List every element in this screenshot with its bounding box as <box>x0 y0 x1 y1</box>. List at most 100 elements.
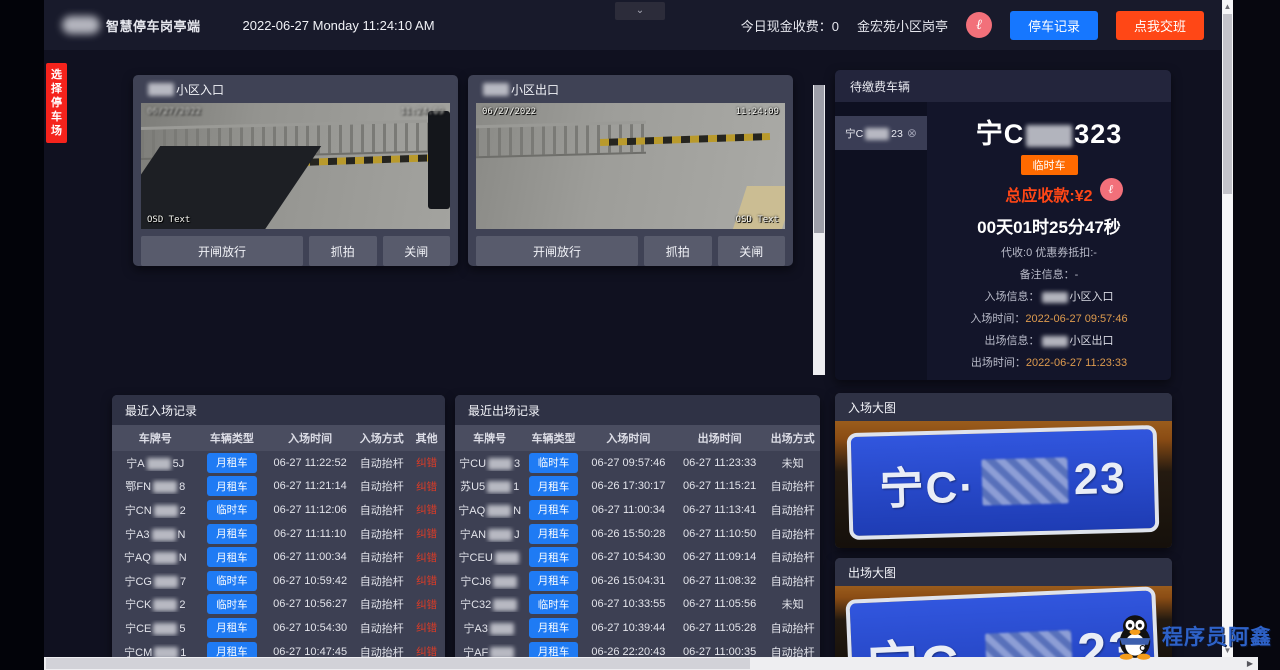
censored-blur <box>488 457 513 470</box>
vehicle-type-badge: 月租车 <box>528 547 579 568</box>
table-cell-mode: 自动抬杆 <box>359 481 404 494</box>
table-cell-exit: 06-27 11:08:32 <box>683 574 757 587</box>
table-cell-mode: 自动抬杆 <box>359 457 404 470</box>
table-row: 宁AQ N 月租车 06-27 11:00:34 06-27 11:13:41 自动抬杆 <box>455 498 820 522</box>
correct-plate-link[interactable]: 纠错 <box>416 457 437 469</box>
recent-entry-table: 最近入场记录 车牌号 车辆类型 入场时间 入场方式 其他 宁A 5J 月租车 06-2… <box>112 395 445 662</box>
vehicle-type-badge: 临时车 <box>528 594 579 615</box>
exit-table-body: 宁CU 3 临时车 06-27 09:57:46 06-27 11:23:33 未知 苏U5… <box>455 451 820 662</box>
table-cell-plate: 宁CU 3 <box>459 457 521 470</box>
table-cell-entry: 06-26 15:50:28 <box>591 527 666 540</box>
snapshot-button[interactable]: 抓拍 <box>644 236 712 266</box>
table-cell-mode: 未知 <box>781 599 804 612</box>
vehicle-type-badge: 临时车 <box>207 570 257 591</box>
pending-payment-panel: 待缴费车辆 宁C 23 ⊗ 宁C 323 临时车 总应收款:¥2 ℓ 00天01时2… <box>835 70 1171 380</box>
table-cell-plate: 宁A3 N <box>125 528 186 541</box>
parking-records-button[interactable]: 停车记录 <box>1009 10 1098 40</box>
table-cell-entry: 06-27 11:00:34 <box>591 503 665 516</box>
vehicle-type-badge: 月租车 <box>207 547 257 568</box>
correct-plate-link[interactable]: 纠错 <box>416 504 437 516</box>
parking-booth-app: 智慧停车岗亭端 2022-06-27 Monday 11:24:10 AM 今日… <box>0 0 1280 670</box>
table-cell-exit: 06-27 11:00:35 <box>683 645 757 658</box>
table-row: 宁CE 5 月租车 06-27 10:54:30 自动抬杆 纠错 <box>112 616 445 640</box>
censored-blur <box>146 457 171 470</box>
table-cell-plate: 宁C32 <box>455 596 524 612</box>
close-gate-button[interactable]: 关闸 <box>382 236 450 266</box>
table-cell-entry: 06-27 10:54:30 <box>591 551 666 564</box>
window-vertical-scrollbar[interactable]: ▲ ▼ <box>1222 0 1233 657</box>
entry-pic-title: 入场大图 <box>835 393 1172 421</box>
table-cell-exit: 06-27 11:13:41 <box>683 503 757 516</box>
collapse-chevron-button[interactable]: ⌄ <box>615 2 665 20</box>
table-cell-type: 月租车 <box>524 476 582 497</box>
scrollbar-thumb[interactable] <box>1223 14 1232 194</box>
vehicle-type-badge: 月租车 <box>528 523 579 544</box>
table-row: 宁AN J 月租车 06-26 15:50:28 06-27 11:10:50 自动抬杆 <box>455 522 820 546</box>
table-cell-mode: 自动抬杆 <box>770 504 815 517</box>
window-horizontal-scrollbar[interactable]: ▶ <box>44 657 1258 670</box>
table-cell-type: 月租车 <box>524 617 582 638</box>
correct-plate-link[interactable]: 纠错 <box>416 528 437 540</box>
col-header-other: 其他 <box>415 433 438 445</box>
table-cell-type: 月租车 <box>199 547 266 568</box>
correct-plate-link[interactable]: 纠错 <box>416 575 437 587</box>
scrollbar-thumb[interactable] <box>814 85 824 233</box>
table-cell-plate: 宁CK 2 <box>125 599 186 612</box>
shift-change-button[interactable]: 点我交班 <box>1115 10 1204 40</box>
table-row: 宁CEU 月租车 06-27 10:54:30 06-27 11:09:14 自动抬杆 <box>455 545 820 569</box>
table-cell-plate: 宁AQ N <box>458 504 522 518</box>
open-gate-button[interactable]: 开闸放行 <box>141 236 303 266</box>
table-row: 宁C32 临时车 06-27 10:33:55 06-27 11:05:56 未知 <box>455 593 820 617</box>
table-cell-type: 临时车 <box>524 452 582 473</box>
table-cell-type: 月租车 <box>199 617 266 638</box>
table-cell-entry: 06-26 15:04:31 <box>591 574 666 587</box>
entry-info-value: 小区入口 <box>1040 291 1114 303</box>
snapshot-button[interactable]: 抓拍 <box>309 236 377 266</box>
exit-camera-feed: 06/27/2022 11:24:09 OSD Text <box>476 103 785 229</box>
vehicle-type-badge: 月租车 <box>207 523 257 544</box>
table-cell-type: 临时车 <box>199 594 266 615</box>
app-title: 智慧停车岗亭端 <box>106 18 201 34</box>
exit-pic-title: 出场大图 <box>835 558 1172 586</box>
notification-badge[interactable]: ℓ <box>1099 178 1123 201</box>
col-header-plate: 车牌号 <box>138 433 172 445</box>
table-row: 宁A3 月租车 06-27 10:39:44 06-27 11:05:28 自动抬杆 <box>455 616 820 640</box>
censored-blur <box>492 575 517 588</box>
close-icon[interactable]: ⊗ <box>907 126 917 140</box>
col-header-type: 车辆类型 <box>531 433 576 445</box>
pending-car-tab[interactable]: 宁C 23 ⊗ <box>835 116 927 150</box>
table-row: 宁CG 7 临时车 06-27 10:59:42 自动抬杆 纠错 <box>112 569 445 593</box>
close-gate-button[interactable]: 关闸 <box>717 236 785 266</box>
correct-plate-link[interactable]: 纠错 <box>416 552 437 564</box>
correct-plate-link[interactable]: 纠错 <box>416 622 437 634</box>
scroll-up-arrow[interactable]: ▲ <box>1222 0 1233 13</box>
entry-table-title: 最近入场记录 <box>112 395 445 425</box>
license-plate-image: 宁C· 23 <box>847 424 1160 540</box>
table-cell-entry: 06-27 10:33:55 <box>591 598 666 611</box>
table-cell-other: 纠错 <box>408 455 445 470</box>
select-parking-lot-tab[interactable]: 选 择 停 车 场 <box>46 63 67 143</box>
pending-car-list: 宁C 23 ⊗ <box>835 102 927 380</box>
col-header-entry-time: 入场时间 <box>288 433 333 445</box>
censored-blur <box>1041 291 1068 303</box>
table-cell-plate: 苏U5 1 <box>460 481 520 494</box>
inner-vertical-scrollbar[interactable] <box>813 85 825 375</box>
pending-panel-title: 待缴费车辆 <box>835 70 1171 102</box>
exit-time-label: 出场时间： <box>970 357 1026 369</box>
collect-coupon-line: 代收:0 优惠券抵扣:- <box>1001 247 1097 259</box>
vehicle-type-badge: 临时车 <box>207 499 257 520</box>
table-cell-exit: 06-27 11:05:28 <box>683 621 757 634</box>
table-cell-mode: 自动抬杆 <box>359 504 404 517</box>
censored-blur <box>153 575 178 588</box>
entrance-camera-title: 小区入口 <box>133 75 458 103</box>
table-cell-type: 月租车 <box>199 523 266 544</box>
table-cell-exit: 06-27 11:09:14 <box>683 551 757 564</box>
table-cell-other: 纠错 <box>408 573 445 588</box>
osd-date: 06/27/2022 <box>147 107 202 117</box>
vehicle-type-badge: 月租车 <box>528 617 579 638</box>
open-gate-button[interactable]: 开闸放行 <box>476 236 638 266</box>
correct-plate-link[interactable]: 纠错 <box>416 481 437 493</box>
scrollbar-thumb[interactable] <box>46 658 751 669</box>
notification-badge[interactable]: ℓ <box>965 12 992 38</box>
correct-plate-link[interactable]: 纠错 <box>416 599 437 611</box>
